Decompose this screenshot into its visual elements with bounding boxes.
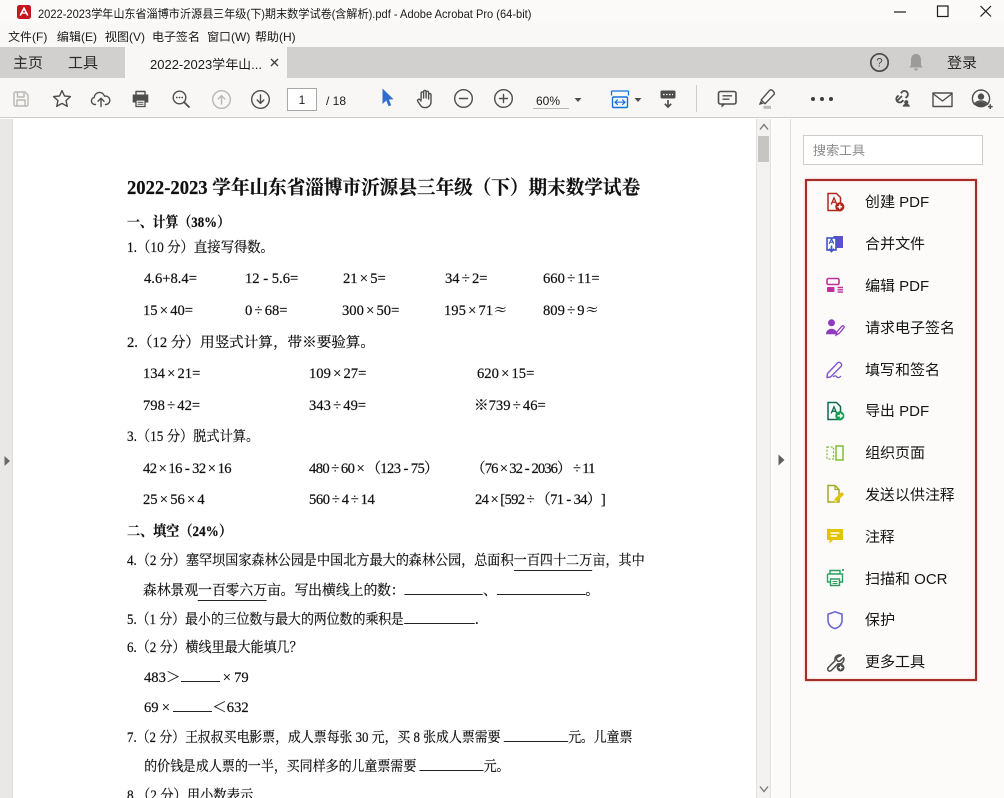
svg-text:?: ? bbox=[876, 58, 882, 70]
